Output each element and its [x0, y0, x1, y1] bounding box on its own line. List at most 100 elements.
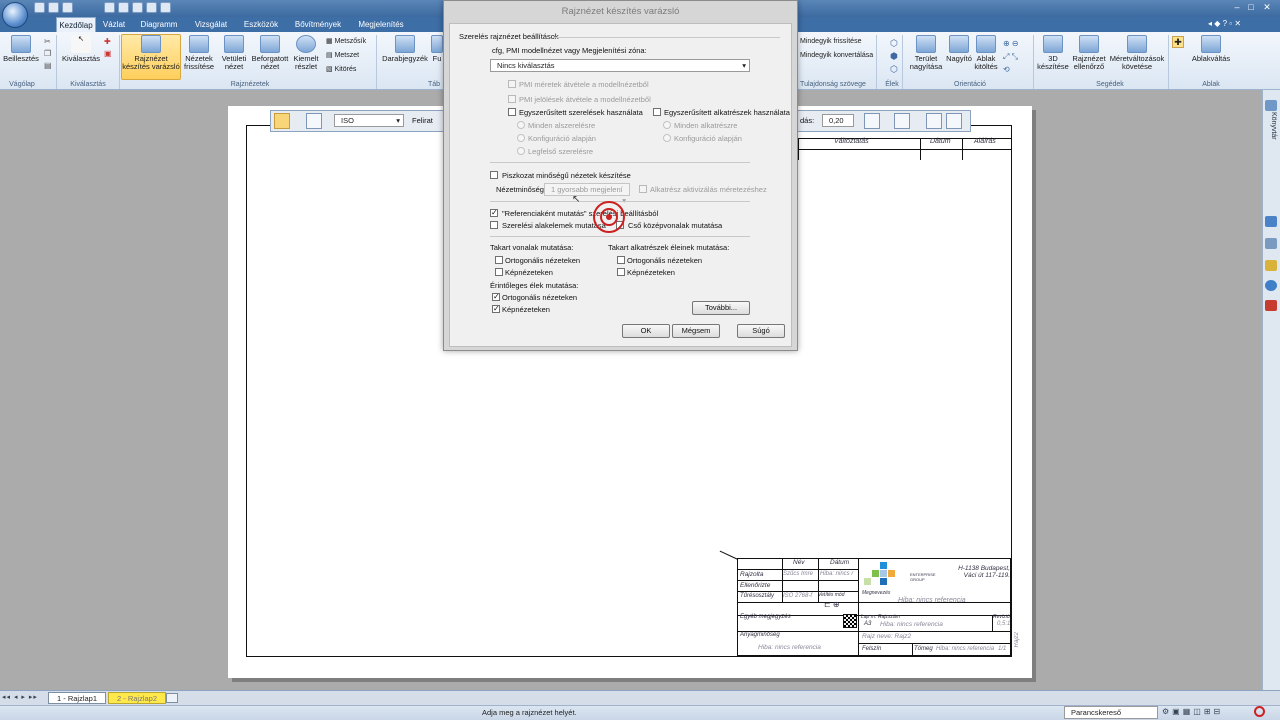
sheet-nav-arrows[interactable]: ◂◂ ◂ ▸ ▸▸	[2, 693, 46, 703]
redo-icon[interactable]	[132, 2, 143, 13]
maximize-icon[interactable]: □	[1246, 2, 1256, 13]
assembly-features-label: Szerelési alakelemek mutatása	[502, 221, 606, 230]
tab-bovitmenyek[interactable]: Bővítmények	[290, 17, 346, 32]
scale-icon[interactable]	[864, 113, 880, 129]
hidden-lines-ortho-checkbox[interactable]	[495, 256, 503, 264]
tb-turesosztaly-value: ISO 2768-f	[783, 593, 813, 599]
zoom-fit-button[interactable]: Ablak kitöltés	[972, 35, 1000, 71]
fu-button[interactable]: Fu	[430, 35, 444, 63]
tab-diagramm[interactable]: Diagramm	[136, 17, 182, 32]
top-level-radio[interactable]	[517, 147, 525, 155]
hidden-parts-pictorial-checkbox[interactable]	[617, 268, 625, 276]
break-out-button[interactable]: ▧ Kitörés	[326, 65, 356, 73]
status-icons[interactable]: ⚙▣▦◫⊞⊟	[1162, 707, 1258, 718]
scale-input[interactable]: 0,20	[822, 114, 854, 127]
youtube-icon[interactable]	[1265, 300, 1277, 311]
paste-button[interactable]: Beillesztés	[2, 35, 40, 63]
cfg-select[interactable]: Nincs kiválasztás ▾	[490, 59, 750, 72]
help-button[interactable]: Súgó	[737, 324, 785, 338]
convert-all-button[interactable]: Mindegyik konvertálása	[800, 52, 873, 59]
new-icon[interactable]	[34, 2, 45, 13]
reference-display-checkbox[interactable]: ✓	[490, 209, 498, 217]
tangent-pictorial-checkbox[interactable]: ✓	[492, 305, 500, 313]
section-button[interactable]: ▤ Metszet	[326, 51, 359, 59]
simplified-parts-checkbox[interactable]	[653, 108, 661, 116]
print-icon[interactable]	[104, 2, 115, 13]
tab-vizsgalat[interactable]: Vizsgálat	[190, 17, 232, 32]
all-parts-radio[interactable]	[663, 121, 671, 129]
iso-cube-icon[interactable]	[926, 113, 942, 129]
sheet-tab-1[interactable]: 1 - Rajzlap1	[48, 692, 107, 704]
view-quality-select[interactable]: 1 gyorsabb megjelení▾	[544, 183, 630, 205]
help-icon[interactable]	[1265, 280, 1277, 291]
select-button[interactable]: ↖ Kiválasztás	[60, 35, 102, 63]
tangent-ortho-checkbox[interactable]: ✓	[492, 293, 500, 301]
cancel-button[interactable]: Mégsem	[672, 324, 720, 338]
revision-col-signature: Aláírás	[974, 138, 996, 145]
pmi-annotations-checkbox[interactable]	[508, 95, 516, 103]
undo-icon[interactable]	[118, 2, 129, 13]
drawing-view-wizard-button[interactable]: Rajznézet készítés varázsló	[121, 34, 181, 80]
update-views-button[interactable]: Nézetek frissítése	[182, 35, 216, 71]
zoom-area-button[interactable]: Terület nagyítása	[906, 35, 946, 71]
dimension-changes-button[interactable]: Méretváltozások követése	[1108, 35, 1166, 71]
section-plane-button[interactable]: ▦ Metszősík	[326, 37, 366, 45]
standard-select[interactable]: ISO ▾	[334, 114, 404, 127]
tb-datum: Dátum	[830, 559, 850, 566]
update-all-button[interactable]: Mindegyik frissítése	[800, 38, 861, 45]
activate-part-checkbox[interactable]	[639, 185, 647, 193]
hidden-lines-pictorial-checkbox[interactable]	[495, 268, 503, 276]
orientation-icons[interactable]: ⊕ ⊖ ⤢ ⤡ ⟲	[1003, 37, 1031, 77]
rebuild-icon[interactable]	[146, 2, 157, 13]
pmi-dimensions-checkbox[interactable]	[508, 80, 516, 88]
hidden-lines-ortho-label: Ortogonális nézeteken	[505, 256, 581, 265]
hidden-parts-ortho-checkbox[interactable]	[617, 256, 625, 264]
cut-copy-icons[interactable]: ✂ ❐ ▤	[44, 36, 54, 76]
ribbon-help-icons[interactable]: ◂ ◆ ? ▫ ✕	[1208, 19, 1268, 29]
switch-window-button[interactable]: Ablakváltás	[1190, 35, 1232, 63]
tab-kezdolap[interactable]: Kezdőlap	[56, 17, 96, 32]
magnifier-button[interactable]: Nagyító	[946, 35, 972, 63]
group-tulajdonsag: Tulajdonság szövege	[800, 81, 866, 88]
view-palette-icon[interactable]	[274, 113, 290, 129]
tab-eszkozok[interactable]: Eszközök	[240, 17, 282, 32]
pin-icon[interactable]: ✚	[1172, 36, 1184, 48]
selection-filter-icons[interactable]: ✚ ▣	[104, 36, 114, 76]
sheet-tab-2[interactable]: 2 - Rajzlap2	[108, 692, 167, 704]
drawing-checker-button[interactable]: Rajznézet ellenőrző	[1070, 35, 1108, 71]
tree-icon[interactable]	[894, 113, 910, 129]
record-icon[interactable]	[1254, 706, 1265, 717]
create-3d-button[interactable]: 3D készítése	[1036, 35, 1070, 71]
bom-button[interactable]: Darabjegyzék	[380, 35, 430, 63]
application-menu-button[interactable]	[2, 2, 28, 28]
parts-by-config-radio[interactable]	[663, 134, 671, 142]
detail-view-button[interactable]: Kiemelt részlet	[290, 35, 322, 71]
command-search-input[interactable]: Parancskereső	[1064, 706, 1158, 719]
add-sheet-icon[interactable]	[166, 693, 178, 703]
by-config-radio[interactable]	[517, 134, 525, 142]
simplified-assemblies-checkbox[interactable]	[508, 108, 516, 116]
options-icon[interactable]	[160, 2, 171, 13]
library-icon[interactable]	[1265, 100, 1277, 111]
open-icon[interactable]	[48, 2, 59, 13]
magnifier-icon	[949, 35, 969, 53]
assembly-features-checkbox[interactable]	[490, 221, 498, 229]
grid-icon[interactable]	[306, 113, 322, 129]
tab-vazlat[interactable]: Vázlat	[98, 17, 130, 32]
tab-megjelenites[interactable]: Megjelenítés	[352, 17, 410, 32]
library-tab-label[interactable]: Könyvtár	[1265, 112, 1277, 152]
minimize-icon[interactable]: –	[1232, 2, 1242, 13]
all-subassemblies-radio[interactable]	[517, 121, 525, 129]
save-icon[interactable]	[62, 2, 73, 13]
edges-icons[interactable]: ⬡ ⬢ ⬡	[890, 37, 900, 77]
explorer-icon[interactable]	[1265, 216, 1277, 227]
projected-view-button[interactable]: Vetületi nézet	[218, 35, 250, 71]
rotated-view-button[interactable]: Beforgatott nézet	[250, 35, 290, 71]
shaded-cube-icon[interactable]	[946, 113, 962, 129]
ok-button[interactable]: OK	[622, 324, 670, 338]
close-icon[interactable]: ✕	[1262, 2, 1272, 13]
more-button[interactable]: További...	[692, 301, 750, 315]
draft-quality-checkbox[interactable]	[490, 171, 498, 179]
layers-icon[interactable]	[1265, 238, 1277, 249]
folder-icon[interactable]	[1265, 260, 1277, 271]
